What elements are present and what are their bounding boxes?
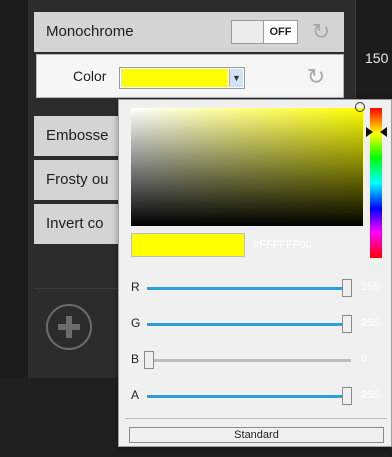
slider-fill [147, 287, 351, 290]
emboss-label: Embosse [46, 127, 109, 144]
slider-a[interactable]: A 255 [131, 386, 383, 406]
saturation-cursor[interactable] [355, 102, 365, 112]
monochrome-label: Monochrome [46, 23, 134, 40]
channel-label: B [131, 352, 140, 366]
color-preview [131, 233, 245, 257]
saturation-value-area[interactable] [131, 108, 363, 226]
slider-thumb[interactable] [144, 351, 154, 369]
channel-value: 255 [361, 389, 380, 401]
slider-fill [147, 323, 351, 326]
hex-value: #FFFFFF00 [253, 239, 312, 251]
color-picker-popup: #FFFFFF00 R 255 G 255 B 0 A 255 Standard [118, 99, 392, 447]
slider-fill [147, 395, 351, 398]
hue-marker-left-icon[interactable] [366, 127, 373, 137]
color-row: Color ▼ ↻ [36, 54, 344, 98]
color-label: Color [73, 68, 107, 84]
slider-r[interactable]: R 255 [131, 278, 383, 298]
color-dropdown[interactable]: ▼ [119, 67, 245, 89]
slider-thumb[interactable] [342, 279, 352, 297]
toggle-state-text: OFF [263, 21, 297, 43]
monochrome-toggle[interactable]: OFF [231, 20, 298, 44]
channel-label: A [131, 388, 140, 402]
slider-thumb[interactable] [342, 387, 352, 405]
slider-b[interactable]: B0 [131, 350, 383, 370]
channel-label: R [131, 280, 140, 294]
reset-icon[interactable]: ↻ [305, 66, 327, 88]
channel-value: 0 [361, 353, 368, 365]
chevron-down-icon[interactable]: ▼ [229, 69, 243, 87]
standard-button[interactable]: Standard [129, 427, 384, 443]
channel-value: 255 [361, 317, 380, 329]
invert-label: Invert co [46, 215, 104, 232]
plus-icon [66, 316, 72, 338]
slider-track[interactable] [147, 359, 351, 362]
add-effect-button[interactable] [46, 304, 92, 350]
slider-g[interactable]: G 255 [131, 314, 383, 334]
frosty-label: Frosty ou [46, 171, 109, 188]
reset-icon[interactable]: ↻ [310, 21, 332, 43]
slider-thumb[interactable] [342, 315, 352, 333]
channel-label: G [131, 316, 141, 330]
color-swatch [121, 69, 227, 87]
hue-marker-right-icon[interactable] [380, 127, 387, 137]
picker-divider [125, 418, 387, 419]
channel-value: 255 [361, 281, 380, 293]
side-value-label: 150 [365, 50, 389, 66]
monochrome-row: Monochrome OFF ↻ [34, 12, 344, 52]
